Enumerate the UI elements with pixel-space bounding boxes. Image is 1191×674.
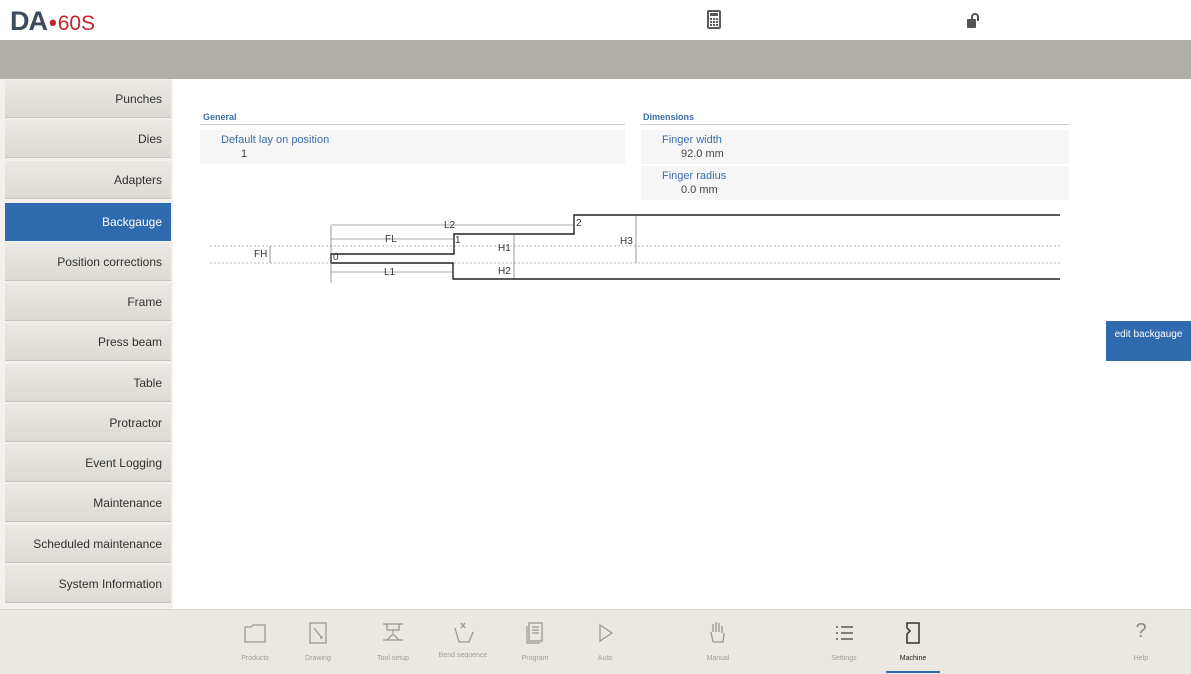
- sidebar-item-event-logging[interactable]: Event Logging: [5, 444, 171, 482]
- finger-radius-label: Finger radius: [662, 170, 727, 182]
- nav-tool-setup[interactable]: Tool setup: [368, 610, 418, 674]
- default-lay-on-value: 1: [241, 148, 248, 160]
- logo-brand: DA: [10, 6, 48, 36]
- sidebar-item-position-corrections[interactable]: Position corrections: [5, 243, 171, 281]
- backgauge-finger-diagram: L2 FL L1 FH H1 H2 H3 0 1 2: [210, 214, 1060, 283]
- default-lay-on-label: Default lay on position: [221, 134, 330, 146]
- general-divider: [200, 124, 625, 125]
- title-bar: [0, 40, 1191, 79]
- calculator-icon[interactable]: [707, 10, 721, 29]
- label-l2: L2: [444, 220, 456, 231]
- top-bar: DA • 60S: [0, 0, 1191, 40]
- drawing-icon: [304, 620, 332, 646]
- nav-bend-sequence[interactable]: Bend sequence: [438, 610, 488, 674]
- hand-icon: [704, 620, 732, 646]
- unlock-icon[interactable]: [967, 13, 981, 29]
- nav-label: Auto: [597, 655, 613, 662]
- nav-label: Bend sequence: [438, 652, 488, 659]
- label-h1: H1: [498, 243, 511, 254]
- logo-dot: •: [49, 10, 57, 35]
- sidebar-item-dies[interactable]: Dies: [5, 120, 171, 158]
- finger-width-label: Finger width: [662, 134, 722, 146]
- label-point-1: 1: [455, 235, 461, 246]
- nav-label: Drawing: [305, 655, 331, 662]
- logo: DA • 60S: [10, 6, 96, 36]
- app-root: DA • 60S Punches Dies Adapters Backgauge…: [0, 0, 1191, 674]
- tool-setup-icon: [379, 620, 407, 646]
- list-icon: [830, 620, 858, 646]
- sidebar-item-punches[interactable]: Punches: [5, 80, 171, 118]
- nav-label: Products: [241, 655, 269, 662]
- nav-label: Help: [1133, 655, 1149, 662]
- nav-label: Manual: [706, 655, 730, 662]
- nav-machine[interactable]: Machine: [882, 610, 944, 674]
- program-icon: [521, 620, 549, 646]
- nav-label: Program: [521, 655, 549, 662]
- edit-backgauge-button[interactable]: edit backgauge: [1106, 321, 1191, 361]
- lock-body: [967, 19, 976, 28]
- dimensions-section-title: Dimensions: [643, 112, 695, 122]
- machine-icon: [899, 620, 927, 646]
- general-section-title: General: [203, 112, 237, 122]
- logo-model: 60S: [57, 12, 96, 35]
- nav-settings[interactable]: Settings: [819, 610, 869, 674]
- finger-profile-lower: [331, 262, 1060, 280]
- finger-width-value: 92.0 mm: [681, 148, 724, 160]
- nav-label: Tool setup: [377, 655, 409, 662]
- help-icon: ?: [1135, 620, 1147, 642]
- nav-program[interactable]: Program: [510, 610, 560, 674]
- sidebar-item-frame[interactable]: Frame: [5, 283, 171, 321]
- nav-manual[interactable]: Manual: [693, 610, 743, 674]
- folder-icon: [241, 620, 269, 646]
- label-point-0: 0: [333, 252, 339, 263]
- label-h2: H2: [498, 266, 511, 277]
- nav-auto[interactable]: Auto: [580, 610, 630, 674]
- sidebar: Punches Dies Adapters Backgauge Position…: [0, 79, 173, 609]
- nav-help[interactable]: ? Help: [1116, 610, 1166, 674]
- label-fh: FH: [254, 249, 267, 260]
- play-icon: [591, 620, 619, 646]
- bend-sequence-icon: [449, 620, 477, 646]
- nav-label: Settings: [831, 655, 857, 662]
- bottom-nav: Products Drawing Tool setup Bend sequenc…: [0, 609, 1191, 674]
- sidebar-item-table[interactable]: Table: [5, 364, 171, 402]
- sidebar-item-protractor[interactable]: Protractor: [5, 404, 171, 442]
- sidebar-item-adapters[interactable]: Adapters: [5, 161, 171, 199]
- label-fl: FL: [385, 234, 397, 245]
- label-h3: H3: [620, 236, 633, 247]
- nav-drawing[interactable]: Drawing: [293, 610, 343, 674]
- label-l1: L1: [384, 267, 396, 278]
- sidebar-item-backgauge[interactable]: Backgauge: [5, 203, 171, 241]
- label-point-2: 2: [576, 218, 582, 229]
- finger-radius-value: 0.0 mm: [681, 184, 718, 196]
- dimensions-divider: [641, 124, 1069, 125]
- sidebar-item-press-beam[interactable]: Press beam: [5, 323, 171, 361]
- nav-label: Machine: [899, 655, 927, 662]
- sidebar-item-system-information[interactable]: System Information: [5, 565, 171, 603]
- sidebar-item-maintenance[interactable]: Maintenance: [5, 484, 171, 522]
- active-indicator: [886, 671, 940, 673]
- nav-products[interactable]: Products: [230, 610, 280, 674]
- sidebar-item-scheduled-maintenance[interactable]: Scheduled maintenance: [5, 525, 171, 563]
